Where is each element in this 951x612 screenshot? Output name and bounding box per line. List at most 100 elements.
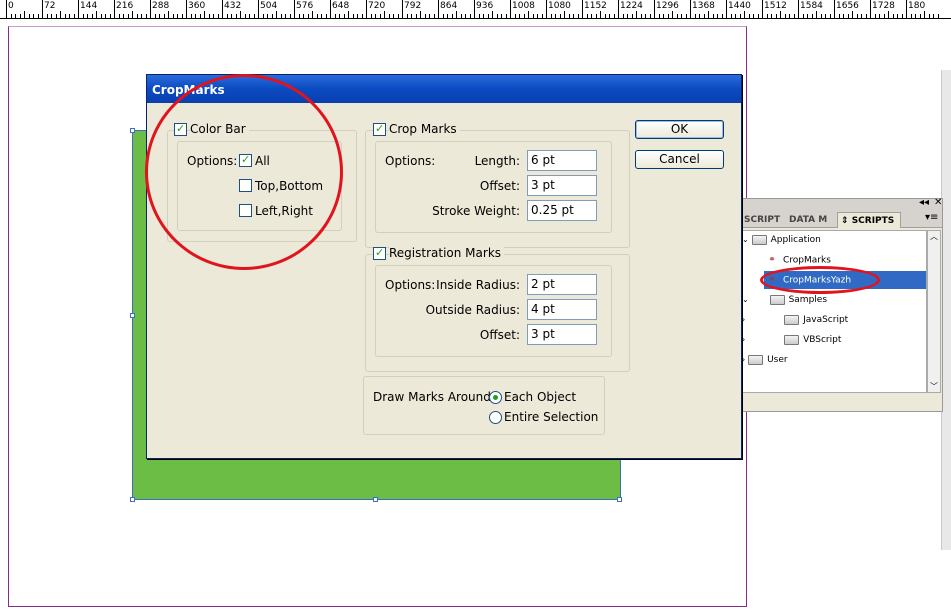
ruler-minor-tick xyxy=(127,14,129,18)
scroll-up-icon[interactable]: ︿ xyxy=(930,231,938,242)
tab-script-label[interactable]: SCRIPT L xyxy=(741,212,783,228)
expand-icon[interactable]: › xyxy=(742,355,745,364)
ruler-minor-tick xyxy=(289,14,291,18)
ruler-minor-tick xyxy=(897,14,898,18)
folder-icon xyxy=(784,314,800,325)
list-item[interactable]: › JavaScript xyxy=(742,311,848,329)
ruler-minor-tick xyxy=(262,14,264,18)
ruler-minor-tick xyxy=(87,14,88,18)
ruler-minor-tick xyxy=(69,14,70,18)
list-item[interactable]: › User xyxy=(742,351,788,369)
ruler-minor-tick xyxy=(280,14,282,18)
horizontal-ruler[interactable]: 0 72 144 216 288 360 432 504 576 648 720 792 864 936 1… xyxy=(0,0,951,19)
ruler-minor-tick xyxy=(312,11,313,18)
ruler-minor-tick xyxy=(735,14,736,18)
ruler-minor-tick xyxy=(622,14,624,18)
ruler-minor-tick xyxy=(793,14,795,18)
expand-icon[interactable]: › xyxy=(742,335,745,344)
ruler-minor-tick xyxy=(595,14,597,18)
ruler-major-tick xyxy=(6,0,7,18)
ruler-major-tick xyxy=(438,0,439,18)
list-item[interactable]: › VBScript xyxy=(742,331,841,349)
ruler-minor-tick xyxy=(51,14,52,18)
ruler-minor-tick xyxy=(298,14,300,18)
ruler-minor-tick xyxy=(451,14,453,18)
ruler-minor-tick xyxy=(177,14,178,18)
ruler-minor-tick xyxy=(357,14,358,18)
ruler-minor-tick xyxy=(15,14,16,18)
ruler-minor-tick xyxy=(865,14,867,18)
each-object-radio[interactable] xyxy=(489,391,502,404)
cancel-button[interactable]: Cancel xyxy=(635,150,724,169)
ruler-minor-tick xyxy=(829,14,831,18)
selection-handle[interactable] xyxy=(617,497,622,502)
ruler-major-tick xyxy=(870,0,871,18)
ruler-minor-tick xyxy=(303,14,304,18)
folder-icon xyxy=(751,234,767,245)
panel-menu-icon[interactable]: ▾≡ xyxy=(925,212,938,223)
ruler-minor-tick xyxy=(627,14,628,18)
ruler-minor-tick xyxy=(433,14,435,18)
ruler-major-tick xyxy=(222,0,223,18)
outside-radius-input[interactable]: 4 pt xyxy=(527,299,597,320)
selection-handle[interactable] xyxy=(130,497,135,502)
script-icon: ⚭ xyxy=(768,255,776,265)
expand-icon[interactable]: ⌄ xyxy=(742,295,749,304)
reg-offset-input[interactable]: 3 pt xyxy=(527,324,597,345)
ruler-minor-tick xyxy=(46,14,48,18)
ruler-minor-tick xyxy=(168,11,169,18)
stroke-weight-input[interactable]: 0.25 pt xyxy=(527,200,597,221)
ruler-minor-tick xyxy=(658,14,660,18)
scroll-down-icon[interactable]: ﹀ xyxy=(930,381,938,392)
ruler-minor-tick xyxy=(825,14,826,18)
ruler-minor-tick xyxy=(460,14,462,18)
ok-button[interactable]: OK xyxy=(635,120,724,139)
entire-selection-radio[interactable] xyxy=(489,411,502,424)
ruler-minor-tick xyxy=(685,14,687,18)
list-item[interactable]: ⌄ Application xyxy=(742,231,926,249)
ruler-label: 1224 xyxy=(620,1,643,11)
ruler-major-tick xyxy=(582,0,583,18)
ruler-minor-tick xyxy=(604,14,606,18)
reg-offset-label: Offset: xyxy=(479,328,520,342)
selection-handle[interactable] xyxy=(130,128,135,133)
stroke-weight-label: Stroke Weight: xyxy=(432,204,520,218)
ruler-minor-tick xyxy=(640,14,642,18)
ruler-minor-tick xyxy=(55,14,57,18)
ruler-minor-tick xyxy=(199,14,201,18)
ruler-minor-tick xyxy=(118,14,120,18)
registration-marks-checkbox[interactable] xyxy=(373,246,386,260)
selection-handle[interactable] xyxy=(130,313,135,318)
ruler-minor-tick xyxy=(483,14,484,18)
ruler-label: 72 xyxy=(44,1,56,11)
ruler-minor-tick xyxy=(757,14,759,18)
ruler-minor-tick xyxy=(28,14,30,18)
expand-icon[interactable]: › xyxy=(742,315,745,324)
tab-scripts[interactable]: ⇕ SCRIPTS xyxy=(837,212,901,228)
inside-radius-input[interactable]: 2 pt xyxy=(527,274,597,295)
ruler-minor-tick xyxy=(316,14,318,18)
panel-scrollbar[interactable]: ︿ ﹀ xyxy=(927,230,941,393)
ruler-major-tick xyxy=(654,0,655,18)
draw-marks-group xyxy=(363,376,605,435)
selection-handle[interactable] xyxy=(373,497,378,502)
ruler-minor-tick xyxy=(456,11,457,18)
ruler-minor-tick xyxy=(721,14,723,18)
ruler-minor-tick xyxy=(888,11,889,18)
ruler-label: 1584 xyxy=(800,1,823,11)
ruler-major-tick xyxy=(762,0,763,18)
outside-radius-label: Outside Radius: xyxy=(425,303,520,317)
ruler-major-tick xyxy=(42,0,43,18)
offset-input[interactable]: 3 pt xyxy=(527,175,597,196)
ruler-minor-tick xyxy=(672,11,673,18)
ruler-minor-tick xyxy=(361,14,363,18)
ruler-minor-tick xyxy=(181,14,183,18)
ruler-minor-tick xyxy=(10,14,12,18)
length-input[interactable]: 6 pt xyxy=(527,150,597,171)
ruler-label: 864 xyxy=(440,1,458,11)
crop-marks-checkbox[interactable] xyxy=(373,122,386,136)
expand-icon[interactable]: ⌄ xyxy=(742,235,749,244)
close-icon[interactable]: ✕ xyxy=(934,197,942,208)
collapse-icon[interactable]: ◂◂ xyxy=(919,197,929,208)
tab-data-merge[interactable]: DATA M xyxy=(786,212,836,228)
